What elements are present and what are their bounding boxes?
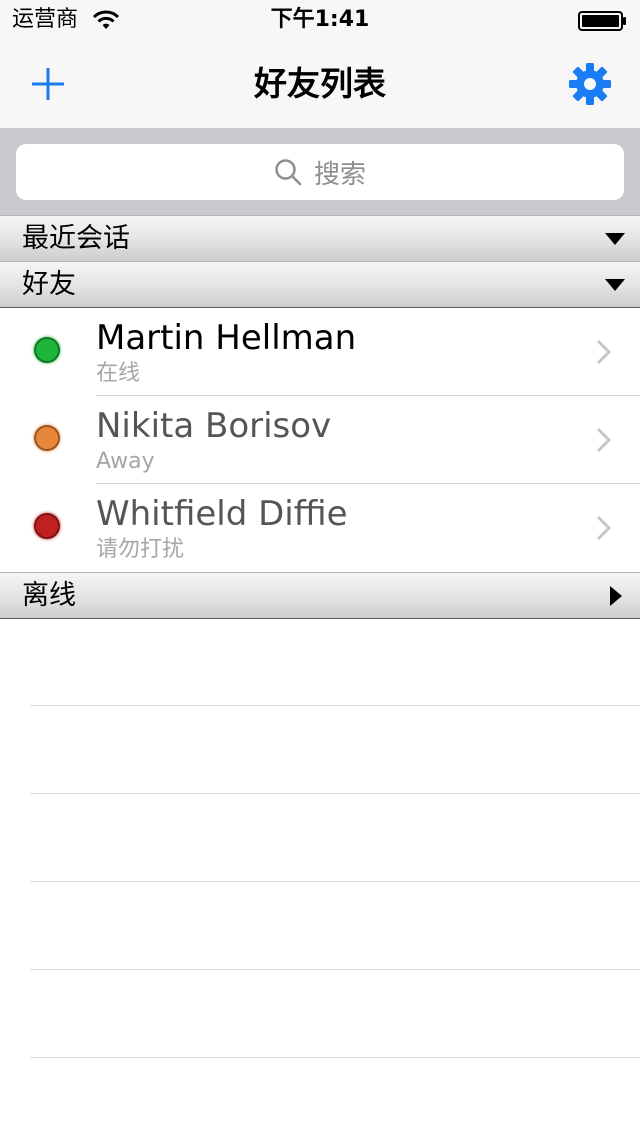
section-title: 离线 — [22, 580, 76, 611]
presence-dot — [34, 425, 60, 451]
divider — [30, 705, 640, 706]
section-title: 最近会话 — [22, 223, 130, 254]
gear-icon[interactable] — [566, 60, 614, 108]
divider — [30, 969, 640, 970]
divider — [30, 1057, 640, 1058]
presence-dot — [34, 337, 60, 363]
search-input[interactable]: 搜索 — [16, 144, 624, 200]
page-title: 好友列表 — [254, 64, 386, 103]
clock: 下午1:41 — [270, 7, 370, 32]
section-header-recent[interactable]: 最近会话 — [0, 215, 640, 262]
friend-row[interactable]: Nikita Borisov Away — [0, 396, 640, 484]
top-bar: 运营商 下午1:41 好友列表 — [0, 0, 640, 128]
friend-name: Whitfield Diffie — [96, 494, 348, 534]
search-icon — [275, 159, 302, 186]
friend-status: Away — [96, 449, 155, 474]
triangle-down-icon — [605, 279, 625, 291]
friend-status: 在线 — [96, 361, 141, 386]
presence-dot — [34, 513, 60, 539]
search-bar: 搜索 — [0, 128, 640, 216]
section-header-offline[interactable]: 离线 — [0, 572, 640, 619]
chevron-right-icon — [596, 427, 612, 453]
friend-row[interactable]: Martin Hellman 在线 — [0, 308, 640, 396]
nav-bar: 好友列表 — [0, 40, 640, 128]
divider — [30, 793, 640, 794]
divider — [30, 881, 640, 882]
status-bar: 运营商 下午1:41 — [0, 0, 640, 40]
triangle-down-icon — [605, 233, 625, 245]
friend-name: Nikita Borisov — [96, 406, 332, 446]
chevron-right-icon — [596, 515, 612, 541]
triangle-right-icon — [610, 586, 622, 606]
friend-status: 请勿打扰 — [96, 537, 185, 562]
friend-name: Martin Hellman — [96, 318, 357, 358]
search-placeholder: 搜索 — [313, 159, 366, 190]
battery-icon — [578, 11, 626, 31]
section-header-friends[interactable]: 好友 — [0, 261, 640, 308]
section-title: 好友 — [22, 269, 76, 300]
chevron-right-icon — [596, 339, 612, 365]
friend-row[interactable]: Whitfield Diffie 请勿打扰 — [0, 484, 640, 572]
